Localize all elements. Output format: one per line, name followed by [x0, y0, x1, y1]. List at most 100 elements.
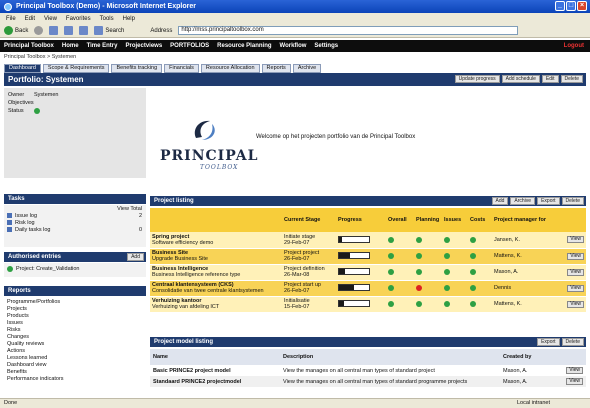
authorised-item[interactable]: Project: Create_Validation	[4, 263, 146, 275]
minimize-icon[interactable]: _	[555, 1, 565, 11]
report-link[interactable]: Benefits	[4, 368, 146, 375]
project-table: Current Stage Progress Overall Planning …	[150, 208, 586, 313]
project-delete-button[interactable]: Delete	[561, 197, 584, 205]
delete-button[interactable]: Delete	[560, 75, 583, 83]
daily-log-icon	[7, 227, 12, 232]
menu-edit[interactable]: Edit	[25, 16, 35, 22]
view-button[interactable]: View	[567, 284, 584, 292]
model-created-by-cell: Mason, A.	[503, 378, 528, 385]
report-link[interactable]: Actions	[4, 347, 146, 354]
report-link[interactable]: Products	[4, 312, 146, 319]
report-link[interactable]: Quality reviews	[4, 340, 146, 347]
maximize-icon[interactable]: □	[566, 1, 576, 11]
close-icon[interactable]: ×	[577, 1, 587, 11]
menu-file[interactable]: File	[6, 16, 16, 22]
tab-archive[interactable]: Archive	[292, 64, 322, 73]
home-button[interactable]	[79, 26, 89, 35]
report-link[interactable]: Changes	[4, 333, 146, 340]
tab-dashboard[interactable]: Dashboard	[4, 64, 41, 73]
nav-portfolios[interactable]: PORTFOLIOS	[170, 43, 209, 49]
tab-reports[interactable]: Reports	[261, 64, 291, 73]
nav-resource-planning[interactable]: Resource Planning	[217, 43, 271, 49]
stop-button[interactable]	[49, 26, 59, 35]
view-button[interactable]: View	[566, 378, 583, 385]
project-name-cell[interactable]: Business Intelligence Business Intelligen…	[150, 264, 282, 281]
table-row[interactable]: Spring project Software efficiency demo In…	[150, 232, 586, 249]
model-delete-button[interactable]: Delete	[561, 338, 584, 346]
authorised-add-button[interactable]: Add	[127, 253, 144, 261]
view-button[interactable]: View	[567, 300, 584, 308]
project-name-cell[interactable]: Centraal klantensysteem (CKS) Consolidati…	[150, 280, 282, 297]
report-link[interactable]: Issues	[4, 319, 146, 326]
menu-favorites[interactable]: Favorites	[66, 16, 91, 22]
project-add-button[interactable]: Add	[491, 197, 509, 205]
nav-workflow[interactable]: Workflow	[280, 43, 307, 49]
tab-benefits[interactable]: Benefits tracking	[111, 64, 163, 73]
view-button[interactable]: View	[566, 367, 583, 374]
report-link[interactable]: Programme/Portfolios	[4, 298, 146, 305]
address-input[interactable]: http://mss.principaltoolbox.com	[178, 26, 519, 35]
menu-help[interactable]: Help	[123, 16, 135, 22]
nav-home[interactable]: Home	[62, 43, 79, 49]
tab-resource-allocation[interactable]: Resource Allocation	[200, 64, 260, 73]
back-button[interactable]: Back	[4, 26, 28, 35]
refresh-button[interactable]	[64, 26, 74, 35]
tab-financials[interactable]: Financials	[164, 64, 199, 73]
task-issue-log[interactable]: Issue log 2	[4, 212, 146, 219]
table-row[interactable]: Standaard PRINCE2 projectmodel View the m…	[150, 376, 586, 387]
table-row[interactable]: Business Site Upgrade Business Site Projec…	[150, 248, 586, 265]
edit-button[interactable]: Edit	[541, 75, 559, 83]
table-row[interactable]: Verhuizing kantoor Verhuizing van afdelin…	[150, 296, 586, 313]
model-name-cell[interactable]: Standaard PRINCE2 projectmodel	[150, 376, 280, 387]
update-progress-button[interactable]: Update progress	[454, 75, 500, 83]
logo-area: PRINCIPAL TOOLBOX Welcome op het project…	[150, 88, 586, 178]
table-row[interactable]: Basic PRINCE2 project model View the mana…	[150, 365, 586, 376]
welcome-text: Welcome op het projecten portfolio van d…	[256, 134, 416, 140]
tab-scope[interactable]: Scope & Requirements	[42, 64, 110, 73]
view-button[interactable]: View	[567, 268, 584, 276]
report-link[interactable]: Performance indicators	[4, 375, 146, 382]
menu-view[interactable]: View	[44, 16, 57, 22]
add-schedule-button[interactable]: Add schedule	[501, 75, 540, 83]
window-title-bar: Principal Toolbox (Demo) - Microsoft Int…	[0, 0, 590, 13]
nav-projectviews[interactable]: Projectviews	[125, 43, 162, 49]
nav-settings[interactable]: Settings	[314, 43, 338, 49]
project-name-cell[interactable]: Verhuizing kantoor Verhuizing van afdelin…	[150, 296, 282, 313]
tab-bar: Dashboard Scope & Requirements Benefits …	[4, 64, 322, 73]
status-indicator	[444, 268, 450, 275]
menu-tools[interactable]: Tools	[100, 16, 114, 22]
project-table-header: Current Stage Progress Overall Planning …	[150, 208, 586, 232]
status-indicator	[470, 236, 476, 243]
logout-link[interactable]: Logout	[564, 43, 584, 49]
report-link[interactable]: Projects	[4, 305, 146, 312]
view-button[interactable]: View	[567, 236, 584, 244]
model-export-button[interactable]: Export	[537, 338, 560, 346]
project-name-cell[interactable]: Spring project Software efficiency demo	[150, 232, 282, 249]
task-risk-log[interactable]: Risk log	[4, 219, 146, 226]
status-cell	[414, 232, 442, 249]
breadcrumb[interactable]: Principal Toolbox > Systemen	[4, 54, 76, 60]
report-link[interactable]: Lessons learned	[4, 354, 146, 361]
forward-button[interactable]	[34, 26, 44, 35]
nav-principal-toolbox[interactable]: Principal Toolbox	[4, 43, 54, 49]
project-archive-button[interactable]: Archive	[510, 197, 536, 205]
nav-time-entry[interactable]: Time Entry	[87, 43, 118, 49]
view-button[interactable]: View	[567, 252, 584, 260]
status-indicator	[416, 236, 422, 243]
project-manager-cell: Mason, A.	[492, 264, 566, 281]
report-link[interactable]: Dashboard view	[4, 361, 146, 368]
window-title: Principal Toolbox (Demo) - Microsoft Int…	[16, 3, 196, 10]
status-cell	[414, 264, 442, 281]
table-row[interactable]: Centraal klantensysteem (CKS) Consolidati…	[150, 280, 586, 297]
search-button[interactable]: Search	[94, 26, 124, 35]
progress-bar	[338, 252, 370, 259]
project-name-cell[interactable]: Business Site Upgrade Business Site	[150, 248, 282, 265]
model-name-cell[interactable]: Basic PRINCE2 project model	[150, 365, 280, 376]
status-cell	[442, 232, 468, 249]
report-link[interactable]: Risks	[4, 326, 146, 333]
stage-cell: Initiate stage 29-Feb-07	[282, 232, 336, 249]
project-export-button[interactable]: Export	[537, 197, 560, 205]
menu-bar: File Edit View Favorites Tools Help	[0, 13, 590, 24]
task-daily-log[interactable]: Daily tasks log 0	[4, 226, 146, 233]
table-row[interactable]: Business Intelligence Business Intelligen…	[150, 264, 586, 281]
